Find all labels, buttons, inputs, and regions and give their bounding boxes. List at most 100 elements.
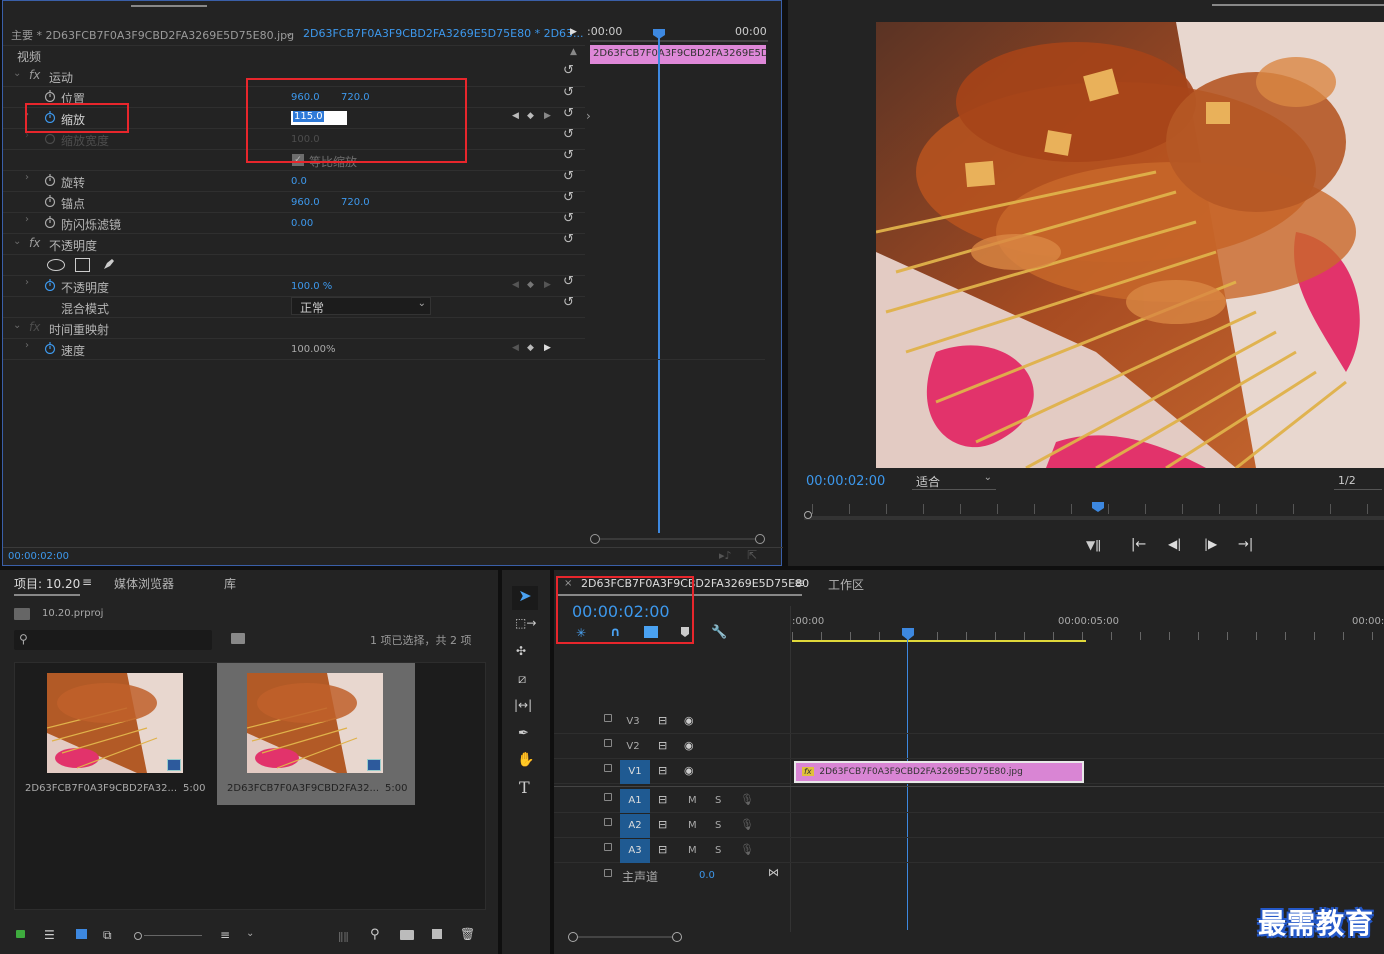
eye-icon[interactable]: ◉ [684,714,694,727]
reset-icon[interactable]: ↺ [563,106,574,121]
reset-icon[interactable]: ↺ [563,63,574,78]
prev-keyframe-icon[interactable]: ◀ [512,111,519,121]
sync-lock-icon[interactable]: ⊟ [658,793,667,806]
tab-project[interactable]: 项目: 10.20 [14,575,81,596]
chevron-down-icon[interactable]: ⌄ [246,928,254,939]
go-to-end-icon[interactable]: ⋈ [768,866,779,879]
pen-mask-icon[interactable] [101,256,117,272]
lock-icon[interactable] [16,930,25,938]
playhead-marker-icon[interactable] [653,29,665,39]
solo-button[interactable]: S [715,795,721,806]
prev-keyframe-icon[interactable]: ◀ [512,280,519,290]
sync-lock-icon[interactable]: ⊟ [658,739,667,752]
stopwatch-active-icon[interactable] [43,278,57,292]
go-to-out-icon[interactable]: →| [1238,537,1253,552]
chevron-down-icon[interactable]: ⌄ [13,236,21,247]
sort-icon[interactable]: ≡ [220,928,230,942]
panel-menu-icon[interactable]: ≡ [82,575,92,589]
automate-icon[interactable]: ǁǁ [338,930,349,943]
program-video-frame[interactable] [876,22,1384,468]
program-timecode[interactable]: 00:00:02:00 [806,474,885,489]
stopwatch-icon[interactable] [43,173,57,187]
slip-tool-icon[interactable]: |↔| [514,698,532,712]
filter-icon[interactable]: ▸♪ [719,549,732,562]
tab-media-browser[interactable]: 媒体浏览器 [114,575,174,592]
icon-view-icon[interactable] [76,929,87,939]
microphone-icon[interactable]: 🎙 [740,818,754,831]
microphone-icon[interactable]: 🎙 [740,793,754,806]
go-to-in-icon[interactable]: |← [1131,537,1146,552]
next-keyframe-icon[interactable]: ▶ [544,280,551,290]
new-bin-from-search-icon[interactable] [231,633,245,644]
fit-select[interactable]: 适合 ⌄ [912,472,996,490]
selection-tool-icon[interactable]: ➤ [512,586,538,610]
eye-icon[interactable]: ◉ [684,739,694,752]
lock-icon[interactable] [604,764,612,772]
scroll-up-icon[interactable]: ▲ [570,47,577,57]
marker-icon[interactable]: ▼ǁ [1086,538,1101,552]
reset-icon[interactable]: ↺ [563,85,574,100]
work-area-bar[interactable] [792,640,1086,642]
freeform-view-icon[interactable]: ⧉ [103,928,112,943]
reset-icon[interactable]: ↺ [563,232,574,247]
reset-icon[interactable]: ↺ [563,274,574,289]
trash-icon[interactable]: 🗑 [460,927,475,941]
timeline-clip[interactable]: fx 2D63FCB7F0A3F9CBD2FA3269E5D75E80.jpg [794,761,1084,783]
track-label[interactable]: A1 [620,789,650,813]
sync-lock-icon[interactable]: ⊟ [658,764,667,777]
solo-button[interactable]: S [715,845,721,856]
find-icon[interactable]: ⚲ [370,927,380,942]
track-label[interactable]: V3 [620,716,646,727]
lock-icon[interactable] [604,818,612,826]
sync-lock-icon[interactable]: ⊟ [658,818,667,831]
reset-icon[interactable]: ↺ [563,295,574,310]
mute-button[interactable]: M [688,845,697,856]
reset-icon[interactable]: ↺ [563,148,574,163]
chevron-down-icon[interactable]: ⌄ [285,28,293,39]
play-triangle-icon[interactable]: ▶ [570,27,577,37]
anchor-x[interactable]: 960.0 [291,197,320,208]
next-keyframe-icon[interactable]: ▶ [544,343,551,353]
stopwatch-active-icon[interactable] [43,341,57,355]
mute-button[interactable]: M [688,820,697,831]
chevron-right-icon[interactable]: › [25,214,29,225]
source-label[interactable]: 主要 * 2D63FCB7F0A3F9CBD2FA3269E5D75E80.jp… [11,27,294,43]
ec-timecode[interactable]: 00:00:02:00 [8,551,69,562]
scroll-handle-left[interactable] [590,534,600,544]
new-bin-icon[interactable] [400,930,414,940]
project-item-selected[interactable]: 2D63FCB7F0A3F9CBD2FA32... 5:00 [217,663,415,805]
monitor-ruler[interactable] [804,496,1384,526]
microphone-icon[interactable]: 🎙 [740,843,754,856]
opacity-value[interactable]: 100.0 % [291,281,332,292]
chevron-right-icon[interactable]: › [25,172,29,183]
chevron-right-icon[interactable]: › [25,340,29,351]
sync-lock-icon[interactable]: ⊟ [658,714,667,727]
ellipse-mask-icon[interactable] [47,259,65,271]
mini-clip[interactable]: 2D63FCB7F0A3F9CBD2FA3269E5D [590,45,766,64]
add-keyframe-icon[interactable]: ◆ [527,280,534,290]
master-value[interactable]: 0.0 [699,870,715,881]
rectangle-mask-icon[interactable] [75,258,90,272]
clip-label[interactable]: 2D63FCB7F0A3F9CBD2FA3269E5D75E80 * 2D63.… [303,27,584,40]
lock-icon[interactable] [604,869,612,877]
wrench-icon[interactable]: 🔧 [711,625,727,640]
blend-mode-select[interactable]: 正常 ⌄ [291,297,431,315]
chevron-down-icon[interactable]: ⌄ [13,320,21,331]
chevron-right-icon[interactable]: › [25,277,29,288]
add-keyframe-icon[interactable]: ◆ [527,111,534,121]
track-label[interactable]: A3 [620,839,650,863]
track-label[interactable]: V1 [620,760,650,784]
sync-lock-icon[interactable]: ⊟ [658,843,667,856]
anchor-y[interactable]: 720.0 [341,197,370,208]
reset-icon[interactable]: ↺ [563,211,574,226]
step-forward-icon[interactable]: |▶ [1204,537,1217,551]
mute-button[interactable]: M [688,795,697,806]
track-label[interactable]: V2 [620,741,646,752]
expand-right-icon[interactable]: › [586,109,591,123]
anti-flicker-value[interactable]: 0.00 [291,218,313,229]
tab-workspace[interactable]: 工作区 [828,576,864,593]
prev-keyframe-icon[interactable]: ◀ [512,343,519,353]
lock-icon[interactable] [604,739,612,747]
export-icon[interactable]: ⇱ [747,548,757,562]
reset-icon[interactable]: ↺ [563,127,574,142]
